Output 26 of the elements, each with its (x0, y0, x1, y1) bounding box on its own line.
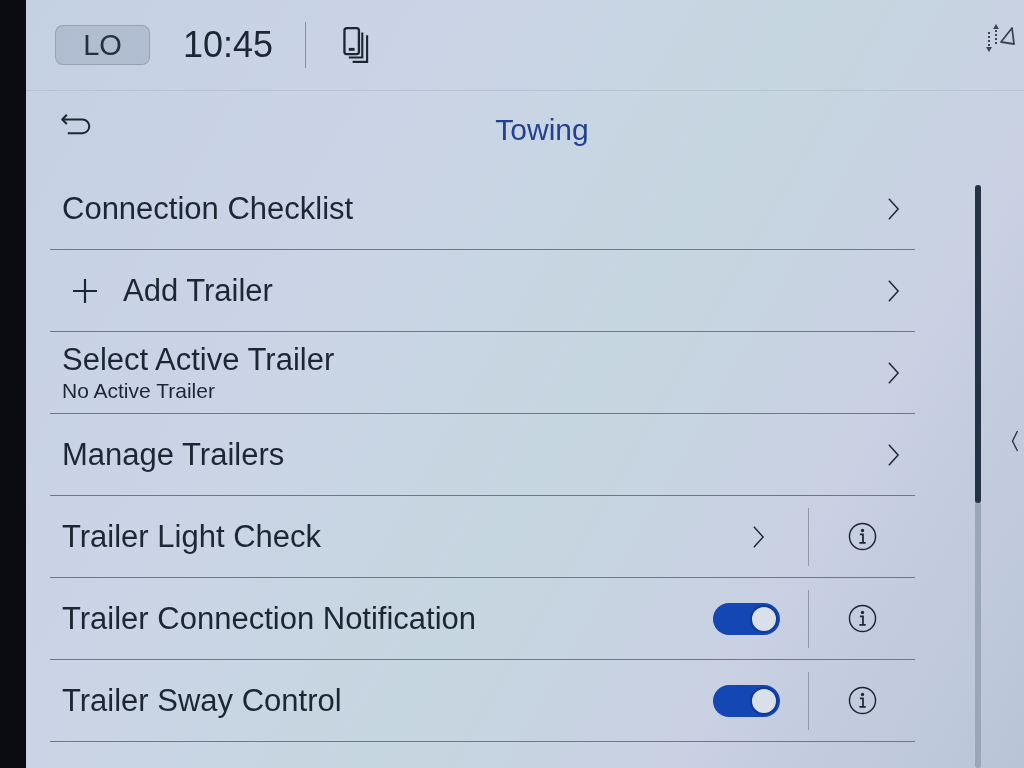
toggle-switch[interactable] (713, 602, 780, 635)
back-icon[interactable] (60, 112, 92, 135)
menu-item-label: Trailer Connection Notification (62, 600, 477, 637)
chevron-right-icon (887, 196, 900, 221)
chevron-right-icon (887, 360, 900, 385)
menu-item-label[interactable]: Manage Trailers (62, 436, 285, 473)
info-icon[interactable] (847, 686, 877, 715)
info-icon[interactable] (847, 522, 877, 551)
page-title: Towing (495, 112, 589, 147)
menu-item-label[interactable]: Trailer Light Check (62, 518, 321, 555)
plus-icon[interactable] (72, 277, 98, 304)
scrollbar-thumb[interactable] (975, 185, 981, 503)
menu-item-label: Trailer Sway Control (62, 682, 342, 719)
temperature-button[interactable]: LO (55, 25, 150, 65)
panel-handle-icon[interactable] (1011, 430, 1019, 452)
chevron-right-icon (752, 524, 765, 549)
info-icon[interactable] (847, 604, 877, 633)
menu-item-subtitle: No Active Trailer (62, 377, 215, 404)
menu-item-label[interactable]: Select Active Trailer (62, 341, 335, 378)
menu-item-label[interactable]: Connection Checklist (62, 190, 354, 227)
phones-stack-icon[interactable] (343, 26, 371, 64)
toggle-switch[interactable] (713, 684, 780, 717)
chevron-right-icon (887, 442, 900, 467)
menu-item-label[interactable]: Add Trailer (123, 272, 273, 309)
clock-time: 10:45 (183, 24, 274, 66)
chevron-right-icon (887, 278, 900, 303)
